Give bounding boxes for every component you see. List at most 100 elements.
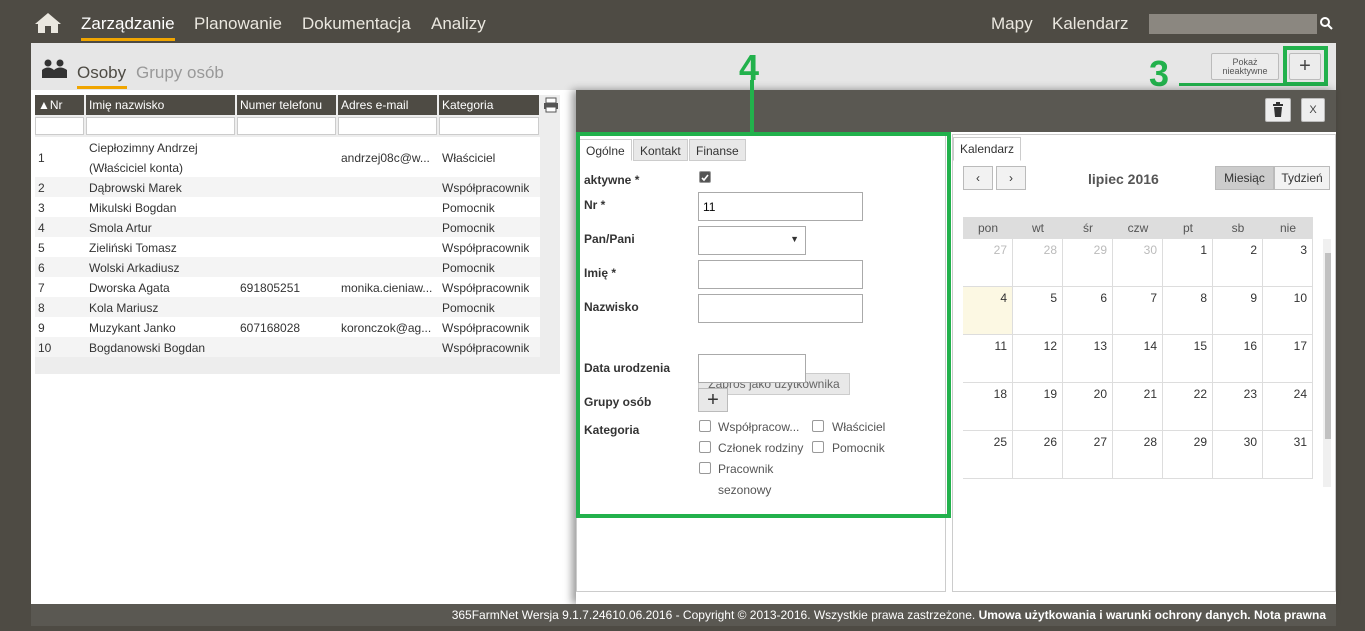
annotation-highlight-4 (576, 132, 951, 518)
nav-item-dokumentacja[interactable]: Dokumentacja (302, 14, 411, 34)
next-month-button[interactable]: › (996, 166, 1026, 190)
show-inactive-button[interactable]: Pokaż nieaktywne (1211, 53, 1279, 80)
search-icon[interactable] (1320, 17, 1333, 30)
calendar-day-cell[interactable]: 6 (1063, 287, 1113, 335)
calendar-day-cell[interactable]: 11 (963, 335, 1013, 383)
delete-button[interactable] (1265, 98, 1291, 122)
prev-month-button[interactable]: ‹ (963, 166, 993, 190)
table-row[interactable]: 2 Dąbrowski Marek Współpracownik (35, 177, 540, 197)
calendar-day-cell[interactable]: 17 (1263, 335, 1313, 383)
view-week-button[interactable]: Tydzień (1274, 166, 1330, 190)
calendar-day-cell[interactable]: 28 (1013, 239, 1063, 287)
calendar-day-cell[interactable]: 30 (1213, 431, 1263, 479)
column-header-name[interactable]: Imię nazwisko (86, 95, 235, 115)
table-row[interactable]: 4 Smola Artur Pomocnik (35, 217, 540, 237)
close-button[interactable]: X (1301, 98, 1325, 122)
calendar-day-cell[interactable]: 27 (963, 239, 1013, 287)
calendar-day-cell[interactable]: 13 (1063, 335, 1113, 383)
nav-item-analizy[interactable]: Analizy (431, 14, 486, 34)
filter-phone[interactable] (237, 117, 336, 135)
column-header-nr[interactable]: ▲Nr (35, 95, 84, 115)
nav-item-kalendarz[interactable]: Kalendarz (1052, 14, 1129, 34)
calendar-day-cell[interactable]: 1 (1163, 239, 1213, 287)
calendar-day-cell[interactable]: 28 (1113, 431, 1163, 479)
annotation-highlight-3 (1283, 46, 1328, 86)
calendar-scrollbar[interactable] (1323, 239, 1331, 487)
tab-kalendarz[interactable]: Kalendarz (953, 137, 1022, 161)
filter-email[interactable] (338, 117, 437, 135)
filter-name[interactable] (86, 117, 235, 135)
column-header-category[interactable]: Kategoria (439, 95, 539, 115)
table-row[interactable]: 7 Dworska Agata 691805251 monika.cieniaw… (35, 277, 540, 297)
cell-name-note: (Właściciel konta) (89, 161, 184, 175)
show-inactive-label-2: nieaktywne (1222, 66, 1268, 76)
table-row[interactable]: 6 Wolski Arkadiusz Pomocnik (35, 257, 540, 277)
scrollbar-thumb[interactable] (1325, 253, 1331, 439)
calendar-day-cell[interactable]: 25 (963, 431, 1013, 479)
cell-category: Współpracownik (442, 341, 530, 355)
calendar-day-cell[interactable]: 26 (1013, 431, 1063, 479)
cell-email: koronczok@ag... (341, 321, 432, 335)
cell-category: Pomocnik (442, 201, 495, 215)
calendar-day-cell[interactable]: 4 (963, 287, 1013, 335)
view-month-button[interactable]: Miesiąc (1215, 166, 1274, 190)
calendar-day-cell[interactable]: 20 (1063, 383, 1113, 431)
table-row[interactable]: 5 Zieliński Tomasz Współpracownik (35, 237, 540, 257)
sort-asc-icon: ▲ (38, 98, 50, 112)
footer-copyright: 365FarmNet Wersja 9.1.7.24610.06.2016 - … (451, 608, 979, 622)
cell-name: Ciepłozimny Andrzej (89, 141, 198, 155)
person-detail-panel: X Ogólne Kontakt Finanse aktywne * Nr * … (576, 47, 1336, 604)
calendar-day-cell[interactable]: 29 (1163, 431, 1213, 479)
annotation-label-4: 4 (739, 47, 760, 88)
calendar-day-cell[interactable]: 27 (1063, 431, 1113, 479)
calendar-day-cell[interactable]: 7 (1113, 287, 1163, 335)
calendar-day-cell[interactable]: 23 (1213, 383, 1263, 431)
cell-name: Dąbrowski Marek (89, 181, 182, 195)
calendar-day-cell[interactable]: 31 (1263, 431, 1313, 479)
calendar-day-cell[interactable]: 5 (1013, 287, 1063, 335)
calendar-day-cell[interactable]: 9 (1213, 287, 1263, 335)
calendar-panel: Kalendarz ‹ › lipiec 2016 Miesiąc Tydzie… (952, 134, 1336, 592)
detail-header: X (576, 90, 1336, 132)
table-row[interactable]: 1 Ciepłozimny Andrzej (Właściciel konta)… (35, 137, 540, 177)
home-icon[interactable] (34, 12, 62, 34)
footer-terms-link[interactable]: Umowa użytkowania i warunki ochrony dany… (979, 608, 1251, 622)
table-row[interactable]: 10 Bogdanowski Bogdan Współpracownik (35, 337, 540, 357)
print-icon[interactable] (543, 97, 559, 113)
nav-item-mapy[interactable]: Mapy (991, 14, 1033, 34)
table-row[interactable]: 9 Muzykant Janko 607168028 koronczok@ag.… (35, 317, 540, 337)
nav-item-planowanie[interactable]: Planowanie (194, 14, 282, 34)
tab-osoby[interactable]: Osoby (77, 63, 126, 83)
footer-legal-link[interactable]: Nota prawna (1254, 608, 1326, 622)
table-row[interactable]: 3 Mikulski Bogdan Pomocnik (35, 197, 540, 217)
calendar-day-cell[interactable]: 19 (1013, 383, 1063, 431)
tab-grupy-osob[interactable]: Grupy osób (136, 63, 224, 83)
column-header-email[interactable]: Adres e-mail (338, 95, 437, 115)
calendar-day-cell[interactable]: 14 (1113, 335, 1163, 383)
calendar-day-cell[interactable]: 24 (1263, 383, 1313, 431)
column-header-phone[interactable]: Numer telefonu (237, 95, 336, 115)
nav-item-zarzadzanie[interactable]: Zarządzanie (81, 14, 175, 34)
calendar-day-cell[interactable]: 16 (1213, 335, 1263, 383)
calendar-day-cell[interactable]: 29 (1063, 239, 1113, 287)
weekday-header: sb (1213, 217, 1263, 239)
calendar-day-cell[interactable]: 18 (963, 383, 1013, 431)
cell-name: Zieliński Tomasz (89, 241, 177, 255)
calendar-day-cell[interactable]: 3 (1263, 239, 1313, 287)
cell-category: Pomocnik (442, 301, 495, 315)
cell-category: Właściciel (442, 151, 496, 165)
calendar-day-cell[interactable]: 8 (1163, 287, 1213, 335)
search-input[interactable] (1149, 14, 1317, 34)
filter-nr[interactable] (35, 117, 84, 135)
filter-category[interactable] (439, 117, 539, 135)
calendar-day-cell[interactable]: 10 (1263, 287, 1313, 335)
table-row[interactable]: 8 Kola Mariusz Pomocnik (35, 297, 540, 317)
calendar-day-cell[interactable]: 30 (1113, 239, 1163, 287)
calendar-day-cell[interactable]: 21 (1113, 383, 1163, 431)
cell-nr: 5 (38, 241, 45, 255)
weekday-header: pon (963, 217, 1013, 239)
calendar-day-cell[interactable]: 15 (1163, 335, 1213, 383)
calendar-day-cell[interactable]: 2 (1213, 239, 1263, 287)
calendar-day-cell[interactable]: 22 (1163, 383, 1213, 431)
calendar-day-cell[interactable]: 12 (1013, 335, 1063, 383)
